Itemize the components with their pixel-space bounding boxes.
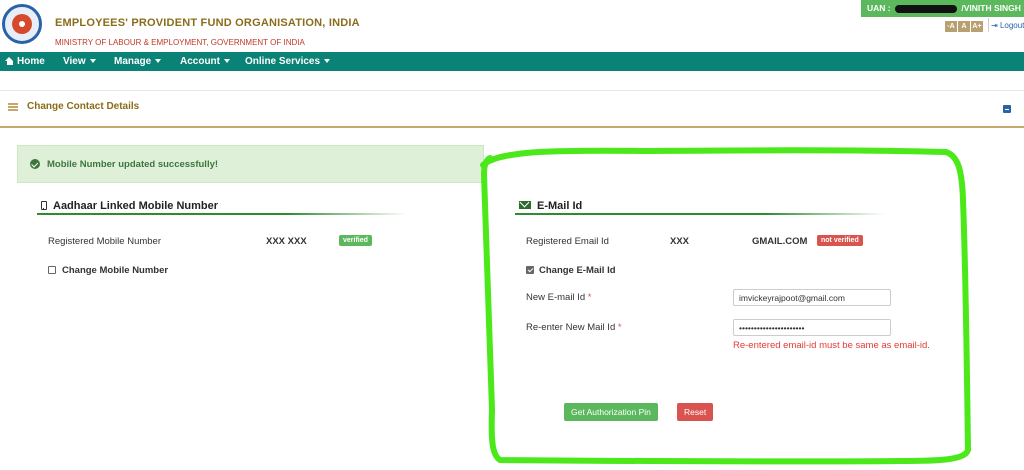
logout-link[interactable]: ⇥ Logout (988, 18, 1024, 32)
uan-badge: UAN : /VINITH SINGH (861, 0, 1024, 17)
collapse-icon[interactable] (1003, 105, 1011, 113)
nav-item-view[interactable]: View (63, 56, 96, 67)
panel-heading: Change Contact Details (0, 90, 1024, 128)
nav-item-home[interactable]: Home (5, 56, 45, 67)
section-title-text: Aadhaar Linked Mobile Number (53, 200, 219, 212)
envelope-icon (519, 201, 531, 209)
font-reset-button[interactable]: A (958, 21, 970, 32)
nav-label: Online Services (245, 56, 321, 67)
site-header: EMPLOYEES' PROVIDENT FUND ORGANISATION, … (0, 0, 1024, 52)
uan-name: VINITH SINGH (963, 3, 1021, 13)
org-subtitle: MINISTRY OF LABOUR & EMPLOYMENT, GOVERNM… (55, 38, 305, 47)
change-email-checkbox[interactable] (526, 266, 534, 274)
nav-label: View (63, 56, 86, 67)
reenter-email-input[interactable] (733, 319, 891, 336)
registered-mobile-value: XXX XXX (266, 236, 307, 247)
nav-item-online-services[interactable]: Online Services (245, 56, 331, 67)
nav-item-account[interactable]: Account (180, 56, 230, 67)
mobile-phone-icon (41, 201, 47, 210)
label-text: Re-enter New Mail Id (526, 322, 616, 333)
caret-down-icon (224, 59, 230, 63)
reenter-email-label: Re-enter New Mail Id * (526, 322, 622, 333)
label-text: New E-mail Id (526, 292, 586, 303)
uan-prefix: UAN : (867, 3, 891, 13)
uan-redacted (894, 4, 957, 13)
change-mobile-checkbox[interactable] (48, 266, 56, 274)
divider (988, 18, 989, 32)
nav-item-manage[interactable]: Manage (114, 56, 162, 67)
success-alert: Mobile Number updated successfully! (17, 145, 484, 183)
annotation-stroke (480, 147, 971, 465)
change-email-label[interactable]: Change E-Mail Id (539, 265, 616, 276)
get-authorization-pin-button[interactable]: Get Authorization Pin (564, 403, 658, 421)
registered-email-suffix: GMAIL.COM (752, 236, 808, 247)
section-title-text: E-Mail Id (537, 200, 583, 212)
registered-email-label: Registered Email Id (526, 236, 609, 247)
caret-down-icon (324, 59, 331, 63)
email-mismatch-error: Re-entered email-id must be same as emai… (733, 340, 930, 351)
section-underline (515, 213, 885, 215)
epfo-logo-icon (2, 4, 42, 44)
logout-icon: ⇥ (991, 21, 998, 30)
logout-label: Logout (999, 21, 1024, 30)
home-icon (5, 57, 14, 65)
required-mark: * (587, 292, 592, 303)
change-mobile-label[interactable]: Change Mobile Number (62, 265, 168, 276)
page-root: EMPLOYEES' PROVIDENT FUND ORGANISATION, … (0, 0, 1024, 470)
caret-down-icon (89, 59, 96, 63)
font-increase-button[interactable]: A+ (971, 21, 983, 32)
registered-mobile-label: Registered Mobile Number (48, 236, 161, 247)
new-email-label: New E-mail Id * (526, 292, 591, 303)
verified-badge: verified (339, 235, 372, 246)
nav-label: Account (180, 56, 220, 67)
font-decrease-button[interactable]: -A (945, 21, 957, 32)
not-verified-badge: not verified (817, 235, 863, 246)
section-underline (37, 213, 407, 215)
new-email-input[interactable] (733, 289, 891, 306)
check-circle-icon (30, 159, 40, 169)
nav-label: Home (17, 56, 45, 67)
required-mark: * (617, 322, 622, 333)
font-size-controls: -A A A+ (945, 21, 983, 32)
menu-icon (8, 103, 18, 111)
email-section-title: E-Mail Id (519, 200, 582, 212)
main-nav: Home View Manage Account Online Services (0, 52, 1024, 71)
nav-label: Manage (114, 56, 152, 67)
reset-button[interactable]: Reset (677, 403, 714, 421)
registered-email-prefix: XXX (670, 236, 690, 247)
alert-message: Mobile Number updated successfully! (47, 159, 219, 170)
org-title: EMPLOYEES' PROVIDENT FUND ORGANISATION, … (55, 17, 360, 29)
panel-title: Change Contact Details (27, 101, 140, 112)
caret-down-icon (155, 59, 162, 63)
mobile-section-title: Aadhaar Linked Mobile Number (41, 200, 218, 212)
